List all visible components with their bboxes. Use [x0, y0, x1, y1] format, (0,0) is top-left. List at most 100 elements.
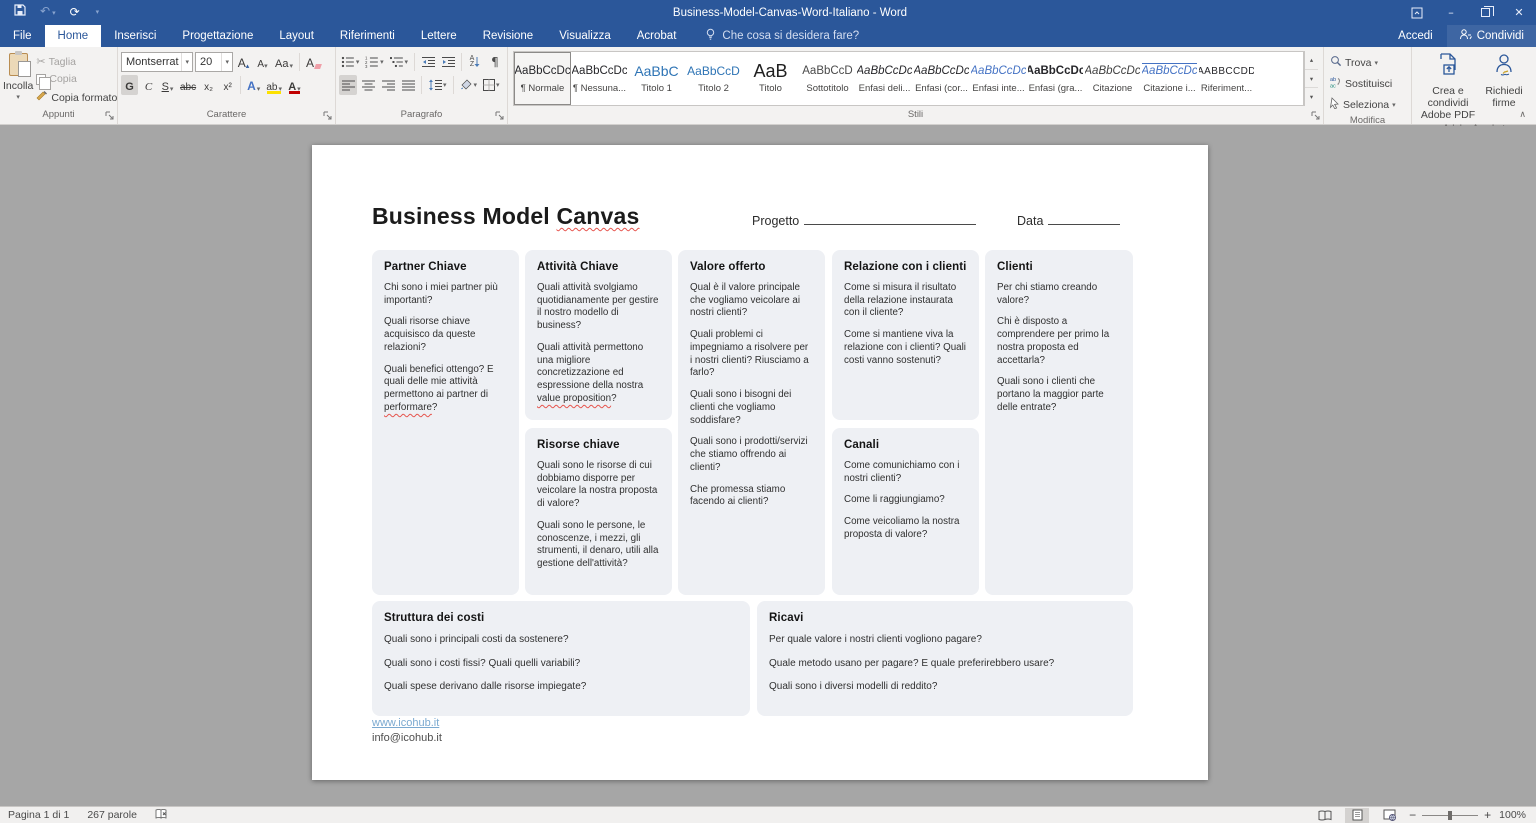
decrease-indent-button[interactable]: [419, 52, 437, 72]
restore-icon[interactable]: [1468, 0, 1502, 25]
sostituisci-button[interactable]: abac Sostituisci: [1327, 75, 1399, 92]
font-name-dropdown-icon[interactable]: ▾: [181, 53, 192, 71]
style-item[interactable]: AaBbCcDc ¶ Nessuna...: [571, 52, 628, 105]
clear-formatting-button[interactable]: A: [304, 52, 323, 72]
ribbon-tab[interactable]: Layout: [266, 25, 327, 47]
style-item[interactable]: AaBbCcD Sottotitolo: [799, 52, 856, 105]
style-item[interactable]: AaBbCcD Titolo 2: [685, 52, 742, 105]
website-link[interactable]: www.icohub.it: [372, 717, 439, 729]
show-paragraph-marks-button[interactable]: ¶: [486, 52, 504, 72]
borders-button[interactable]: ▾: [481, 75, 502, 95]
justify-button[interactable]: [399, 75, 417, 95]
align-right-button[interactable]: [379, 75, 397, 95]
shrink-font-button[interactable]: A▾: [254, 52, 271, 72]
highlight-color-button[interactable]: ab▾: [264, 75, 284, 95]
taglia-button[interactable]: ✂ Taglia: [33, 54, 120, 69]
document-area[interactable]: Business Model Canvas Progetto Data Part…: [0, 126, 1536, 806]
underline-button[interactable]: S▾: [159, 75, 176, 95]
bold-button[interactable]: G: [121, 75, 138, 95]
font-size-dropdown-icon[interactable]: ▾: [221, 53, 232, 71]
save-icon[interactable]: [14, 0, 26, 25]
align-center-button[interactable]: [359, 75, 377, 95]
copia-button[interactable]: Copia: [33, 72, 120, 86]
ribbon-tab[interactable]: Revisione: [470, 25, 547, 47]
style-item[interactable]: AaBbCcDc Enfasi (cor...: [913, 52, 970, 105]
word-count[interactable]: 267 parole: [87, 809, 137, 821]
web-layout-icon[interactable]: [1377, 808, 1401, 823]
gallery-more-icon[interactable]: ▾: [1305, 88, 1318, 106]
sort-button[interactable]: AZ: [466, 52, 484, 72]
gallery-down-icon[interactable]: ▾: [1305, 70, 1318, 89]
zoom-slider[interactable]: − +: [1409, 808, 1491, 822]
seleziona-dropdown-icon[interactable]: ▾: [1392, 101, 1396, 109]
font-color-button[interactable]: A▾: [286, 75, 303, 95]
close-icon[interactable]: ✕: [1502, 0, 1536, 25]
style-item[interactable]: AaBbCcDc Citazione: [1084, 52, 1141, 105]
line-spacing-button[interactable]: ▾: [426, 75, 449, 95]
change-case-button[interactable]: Aa▾: [273, 52, 295, 72]
style-item[interactable]: AaBbCcDc ¶ Normale: [514, 52, 571, 105]
zoom-in-icon[interactable]: +: [1484, 808, 1491, 822]
strikethrough-button[interactable]: abc: [178, 75, 198, 95]
align-left-button[interactable]: [339, 75, 357, 95]
superscript-button[interactable]: x²: [219, 75, 236, 95]
zoom-thumb[interactable]: [1448, 811, 1452, 820]
grow-font-button[interactable]: A▴: [235, 52, 252, 72]
increase-indent-button[interactable]: [439, 52, 457, 72]
page-count[interactable]: Pagina 1 di 1: [8, 809, 69, 821]
gallery-up-icon[interactable]: ▴: [1305, 51, 1318, 70]
ribbon-tab[interactable]: Riferimenti: [327, 25, 408, 47]
paragrafo-dialog-launcher-icon[interactable]: [495, 111, 505, 121]
crea-condividi-pdf-button[interactable]: Crea e condividiAdobe PDF: [1418, 50, 1478, 121]
copia-formato-button[interactable]: Copia formato: [33, 89, 120, 106]
ribbon-tab[interactable]: Lettere: [408, 25, 470, 47]
style-item[interactable]: AaBbCcDc Enfasi deli...: [856, 52, 913, 105]
stili-dialog-launcher-icon[interactable]: [1311, 111, 1321, 121]
style-item[interactable]: AaBbCcDc Citazione i...: [1141, 52, 1198, 105]
read-mode-icon[interactable]: [1313, 808, 1337, 823]
ribbon-tab[interactable]: Acrobat: [624, 25, 690, 47]
zoom-level[interactable]: 100%: [1499, 809, 1526, 821]
tell-me-box[interactable]: Che cosa si desidera fare?: [689, 25, 859, 47]
ribbon-tab[interactable]: Visualizza: [546, 25, 624, 47]
style-item[interactable]: AaBbCcDc Enfasi (gra...: [1027, 52, 1084, 105]
numbering-button[interactable]: 123 ▾: [363, 52, 385, 72]
incolla-button[interactable]: Incolla ▾: [3, 50, 33, 107]
appunti-dialog-launcher-icon[interactable]: [105, 111, 115, 121]
collapse-ribbon-icon[interactable]: ∧: [1519, 110, 1526, 120]
accedi-button[interactable]: Accedi: [1384, 25, 1447, 47]
multilevel-list-button[interactable]: ▾: [388, 52, 410, 72]
customize-qat-icon[interactable]: ▾: [96, 0, 100, 25]
shading-button[interactable]: ▾: [458, 75, 480, 95]
text-effects-button[interactable]: A▾: [245, 75, 262, 95]
font-name-combobox[interactable]: Montserrat ▾: [121, 52, 193, 72]
zoom-track[interactable]: [1422, 815, 1478, 816]
underline-dropdown-icon[interactable]: ▾: [170, 85, 174, 93]
ribbon-tab[interactable]: File: [0, 25, 45, 47]
seleziona-button[interactable]: Seleziona ▾: [1327, 96, 1399, 113]
italic-button[interactable]: C: [140, 75, 157, 95]
style-item[interactable]: AaBbCcDc Enfasi inte...: [970, 52, 1027, 105]
redo-icon[interactable]: ⟳: [70, 0, 80, 25]
incolla-dropdown-icon[interactable]: ▾: [16, 93, 20, 101]
document-page[interactable]: Business Model Canvas Progetto Data Part…: [312, 145, 1208, 780]
style-item[interactable]: AaB Titolo: [742, 52, 799, 105]
style-item[interactable]: AABBCCDD Riferiment...: [1198, 52, 1255, 105]
bullets-button[interactable]: ▾: [339, 52, 361, 72]
proofing-status-icon[interactable]: [155, 808, 168, 823]
ribbon-display-options-icon[interactable]: [1400, 0, 1434, 25]
condividi-button[interactable]: Condividi: [1447, 25, 1536, 47]
undo-icon[interactable]: ↶▾: [40, 0, 56, 26]
style-item[interactable]: AaBbC Titolo 1: [628, 52, 685, 105]
font-size-combobox[interactable]: 20 ▾: [195, 52, 233, 72]
trova-button[interactable]: Trova ▾: [1327, 54, 1399, 71]
ribbon-tab[interactable]: Progettazione: [169, 25, 266, 47]
ribbon-tab[interactable]: Inserisci: [101, 25, 169, 47]
trova-dropdown-icon[interactable]: ▾: [1374, 59, 1378, 67]
minimize-icon[interactable]: –: [1434, 0, 1468, 25]
zoom-out-icon[interactable]: −: [1409, 808, 1416, 822]
carattere-dialog-launcher-icon[interactable]: [323, 111, 333, 121]
subscript-button[interactable]: x₂: [200, 75, 217, 95]
ribbon-tab[interactable]: Home: [45, 25, 102, 47]
print-layout-icon[interactable]: [1345, 808, 1369, 823]
